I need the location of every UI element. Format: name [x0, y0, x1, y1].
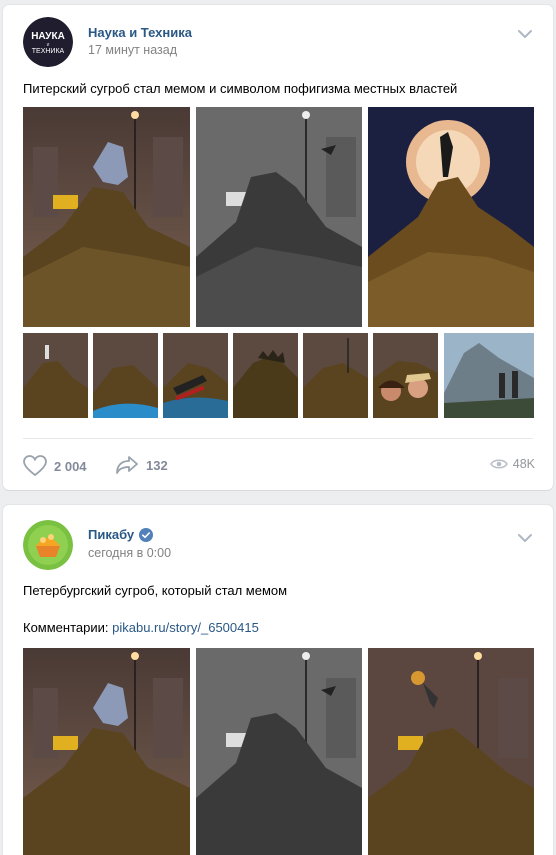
thumbnail-mountain-explorers[interactable]: [444, 333, 534, 418]
like-button[interactable]: 2 004: [23, 455, 87, 477]
chevron-down-icon[interactable]: [517, 533, 533, 543]
photo-snowdrift-grayscale[interactable]: [196, 648, 362, 855]
avatar[interactable]: НАУКА и ТЕХНИКА: [23, 17, 73, 67]
verified-check-icon: [139, 527, 154, 542]
eye-icon: [489, 459, 508, 469]
photo-snowdrift-statue[interactable]: [23, 107, 190, 327]
author-name[interactable]: Наука и Техника: [88, 25, 192, 40]
thumbnail-figure[interactable]: [23, 333, 88, 418]
photo-snowdrift-moon[interactable]: [368, 107, 534, 327]
share-button[interactable]: 132: [115, 455, 168, 475]
views-count: 48K: [512, 457, 535, 471]
avatar[interactable]: [23, 520, 73, 570]
chevron-down-icon[interactable]: [517, 29, 533, 39]
views-counter: 48K: [489, 457, 535, 471]
thumbnail-plain[interactable]: [303, 333, 368, 418]
post-time[interactable]: 17 минут назад: [88, 43, 177, 57]
comments-link[interactable]: pikabu.ru/story/_6500415: [112, 620, 259, 635]
post-card: Пикабу сегодня в 0:00 Петербургский сугр…: [3, 505, 553, 855]
post-text: Петербургский сугроб, который стал мемом: [23, 583, 288, 598]
thumbnail-godzilla[interactable]: [233, 333, 298, 418]
author-name-label[interactable]: Наука и Техника: [88, 25, 192, 40]
author-name[interactable]: Пикабу: [88, 527, 154, 542]
post-time[interactable]: сегодня в 0:00: [88, 546, 171, 560]
photo-snowdrift-grayscale[interactable]: [196, 107, 362, 327]
comments-line: Комментарии: pikabu.ru/story/_6500415: [23, 619, 259, 637]
share-icon: [116, 456, 138, 474]
divider: [23, 438, 533, 439]
thumbnail-couple[interactable]: [373, 333, 438, 418]
heart-icon: [23, 455, 47, 477]
photo-snowdrift-lion-king[interactable]: [368, 648, 534, 855]
like-count: 2 004: [54, 458, 87, 474]
author-name-label[interactable]: Пикабу: [88, 527, 134, 542]
thumbnail-titanic[interactable]: [163, 333, 228, 418]
avatar-text-bottom: ТЕХНИКА: [32, 48, 65, 55]
share-count: 132: [146, 457, 168, 473]
thumbnail-wave[interactable]: [93, 333, 158, 418]
avatar-text-top: НАУКА: [31, 31, 65, 42]
comments-label: Комментарии:: [23, 620, 113, 635]
post-text: Питерский сугроб стал мемом и символом п…: [23, 81, 458, 96]
post-card: НАУКА и ТЕХНИКА Наука и Техника 17 минут…: [3, 5, 553, 490]
photo-snowdrift-statue[interactable]: [23, 648, 190, 855]
